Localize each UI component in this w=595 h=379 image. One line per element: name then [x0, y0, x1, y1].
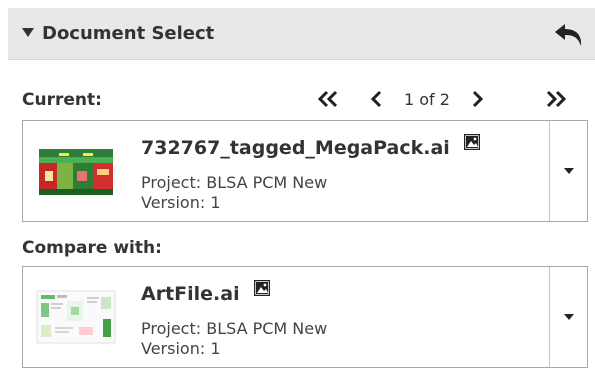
chevron-left-icon[interactable] — [364, 84, 388, 114]
document-pager: 1 of 2 — [308, 84, 588, 114]
panel-header[interactable]: Document Select — [8, 8, 595, 60]
compare-document-card[interactable]: ArtFile.ai Project: BLSA PCM New Version… — [22, 266, 588, 368]
current-document-card[interactable]: 732767_tagged_MegaPack.ai Project: BLSA … — [22, 120, 588, 222]
image-file-icon — [253, 279, 270, 297]
current-label: Current: — [22, 90, 102, 110]
current-document-dropdown[interactable] — [550, 121, 588, 221]
document-version: Version: 1 — [141, 339, 221, 358]
document-project: Project: BLSA PCM New — [141, 173, 328, 192]
document-select-panel: Document Select Current: 1 of 2 732767_t… — [8, 0, 595, 379]
compare-document-dropdown[interactable] — [550, 267, 588, 367]
page-indicator: 1 of 2 — [404, 90, 450, 109]
document-project: Project: BLSA PCM New — [141, 319, 328, 338]
image-file-icon — [463, 133, 481, 151]
caret-down-icon[interactable] — [564, 168, 574, 174]
document-thumbnail[interactable] — [23, 121, 129, 221]
document-name: ArtFile.ai — [141, 283, 240, 305]
document-thumbnail[interactable] — [23, 267, 129, 367]
double-chevron-right-icon[interactable] — [536, 84, 576, 114]
triangle-down-icon[interactable] — [22, 28, 34, 37]
compare-label: Compare with: — [22, 238, 162, 258]
panel-title: Document Select — [42, 23, 215, 44]
double-chevron-left-icon[interactable] — [308, 84, 348, 114]
undo-arrow-icon[interactable] — [553, 22, 587, 48]
chevron-right-icon[interactable] — [466, 84, 490, 114]
document-name: 732767_tagged_MegaPack.ai — [141, 137, 450, 159]
document-version: Version: 1 — [141, 193, 221, 212]
document-name-row: 732767_tagged_MegaPack.ai — [141, 133, 481, 159]
document-name-row: ArtFile.ai — [141, 279, 270, 305]
caret-down-icon[interactable] — [564, 314, 574, 320]
panel-title-wrap[interactable]: Document Select — [22, 23, 214, 44]
